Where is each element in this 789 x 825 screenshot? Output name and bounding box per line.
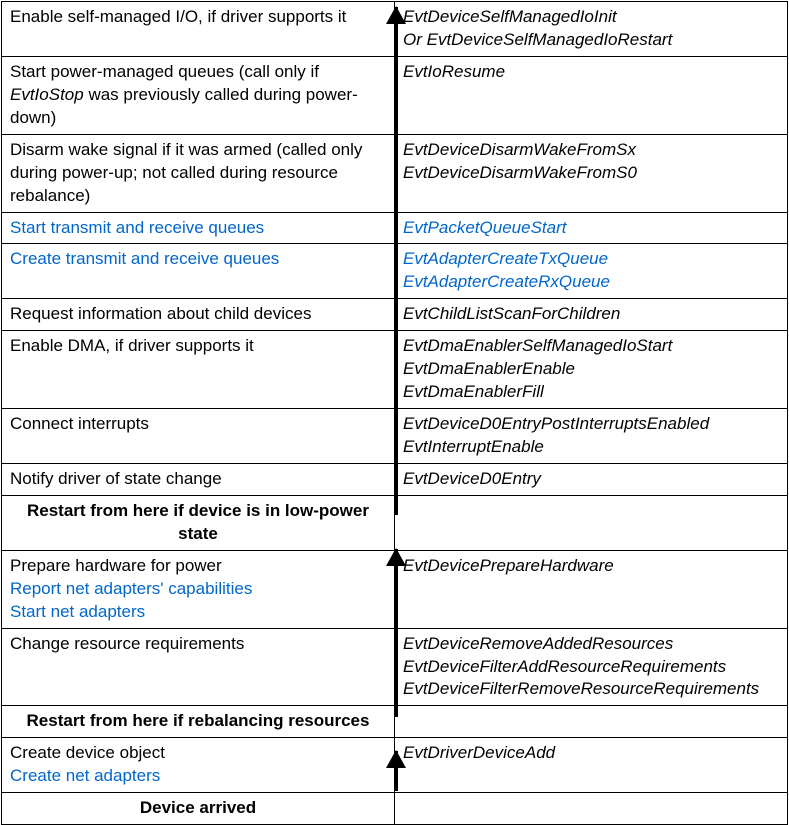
callback-name: EvtAdapterCreateRxQueue bbox=[403, 271, 779, 294]
flow-arrow-middle bbox=[394, 549, 398, 717]
step-description: Notify driver of state change bbox=[2, 463, 395, 495]
restart-low-power-label: Restart from here if device is in low-po… bbox=[2, 495, 395, 550]
step-description: Create transmit and receive queues bbox=[2, 244, 395, 299]
callback-name: EvtDeviceD0Entry bbox=[403, 468, 779, 491]
text-fragment: Request information about child devices bbox=[10, 304, 311, 323]
callback-name: EvtDmaEnablerFill bbox=[403, 381, 779, 404]
text-fragment: Start transmit and receive queues bbox=[10, 218, 264, 237]
callback-name: EvtDeviceRemoveAddedResources bbox=[403, 633, 779, 656]
step-description: Change resource requirements bbox=[2, 628, 395, 706]
callback-name: EvtInterruptEnable bbox=[403, 436, 779, 459]
callback-list: EvtDmaEnablerSelfManagedIoStartEvtDmaEna… bbox=[395, 331, 788, 409]
callback-name: EvtDmaEnablerSelfManagedIoStart bbox=[403, 335, 779, 358]
callback-name: EvtChildListScanForChildren bbox=[403, 303, 779, 326]
callback-list: EvtDeviceRemoveAddedResourcesEvtDeviceFi… bbox=[395, 628, 788, 706]
text-fragment: Disarm wake signal if it was armed (call… bbox=[10, 140, 362, 205]
callback-list: EvtChildListScanForChildren bbox=[395, 299, 788, 331]
text-fragment: Start net adapters bbox=[10, 601, 386, 624]
callback-name: EvtDmaEnablerEnable bbox=[403, 358, 779, 381]
text-fragment: Prepare hardware for power bbox=[10, 555, 386, 578]
callback-name: EvtPacketQueueStart bbox=[403, 217, 779, 240]
step-description: Enable DMA, if driver supports it bbox=[2, 331, 395, 409]
restart-rebalancing-label: Restart from here if rebalancing resourc… bbox=[2, 706, 395, 738]
step-description: Connect interrupts bbox=[2, 409, 395, 464]
text-fragment: Create net adapters bbox=[10, 765, 386, 788]
text-fragment: Create device object bbox=[10, 742, 386, 765]
flow-arrow-top bbox=[394, 7, 398, 515]
step-description: Request information about child devices bbox=[2, 299, 395, 331]
callback-name: Or EvtDeviceSelfManagedIoRestart bbox=[403, 29, 779, 52]
step-description: Prepare hardware for powerReport net ada… bbox=[2, 550, 395, 628]
callback-list: EvtAdapterCreateTxQueueEvtAdapterCreateR… bbox=[395, 244, 788, 299]
text-fragment: Create transmit and receive queues bbox=[10, 249, 279, 268]
callback-name: EvtDeviceFilterAddResourceRequirements bbox=[403, 656, 779, 679]
step-description: Start transmit and receive queues bbox=[2, 212, 395, 244]
callback-name: EvtDeviceD0EntryPostInterruptsEnabled bbox=[403, 413, 779, 436]
callback-name: EvtDeviceDisarmWakeFromS0 bbox=[403, 162, 779, 185]
callback-list: EvtDeviceSelfManagedIoInitOr EvtDeviceSe… bbox=[395, 2, 788, 57]
text-fragment: Enable self-managed I/O, if driver suppo… bbox=[10, 7, 346, 26]
callback-list: EvtDeviceDisarmWakeFromSxEvtDeviceDisarm… bbox=[395, 134, 788, 212]
text-fragment: Change resource requirements bbox=[10, 634, 244, 653]
callback-list: EvtDeviceD0Entry bbox=[395, 463, 788, 495]
flow-arrow-bottom bbox=[394, 751, 398, 791]
callback-list: EvtDriverDeviceAdd bbox=[395, 738, 788, 793]
callback-name: EvtDevicePrepareHardware bbox=[403, 555, 779, 578]
step-description: Create device objectCreate net adapters bbox=[2, 738, 395, 793]
text-fragment: Notify driver of state change bbox=[10, 469, 222, 488]
callback-list: EvtDeviceD0EntryPostInterruptsEnabledEvt… bbox=[395, 409, 788, 464]
text-fragment: Enable DMA, if driver supports it bbox=[10, 336, 254, 355]
text-fragment: Connect interrupts bbox=[10, 414, 149, 433]
text-fragment: Report net adapters' capabilities bbox=[10, 578, 386, 601]
callback-name: EvtDeviceSelfManagedIoInit bbox=[403, 6, 779, 29]
text-fragment: EvtIoStop bbox=[10, 85, 84, 104]
text-fragment: Start power-managed queues (call only if bbox=[10, 62, 319, 81]
callback-name: EvtDriverDeviceAdd bbox=[403, 742, 779, 765]
callback-name: EvtAdapterCreateTxQueue bbox=[403, 248, 779, 271]
callback-name: EvtIoResume bbox=[403, 61, 779, 84]
callback-name: EvtDeviceFilterRemoveResourceRequirement… bbox=[403, 678, 779, 701]
callback-list: EvtPacketQueueStart bbox=[395, 212, 788, 244]
step-description: Start power-managed queues (call only if… bbox=[2, 56, 395, 134]
callback-list: EvtIoResume bbox=[395, 56, 788, 134]
callback-name: EvtDeviceDisarmWakeFromSx bbox=[403, 139, 779, 162]
step-description: Disarm wake signal if it was armed (call… bbox=[2, 134, 395, 212]
callback-list: EvtDevicePrepareHardware bbox=[395, 550, 788, 628]
step-description: Enable self-managed I/O, if driver suppo… bbox=[2, 2, 395, 57]
